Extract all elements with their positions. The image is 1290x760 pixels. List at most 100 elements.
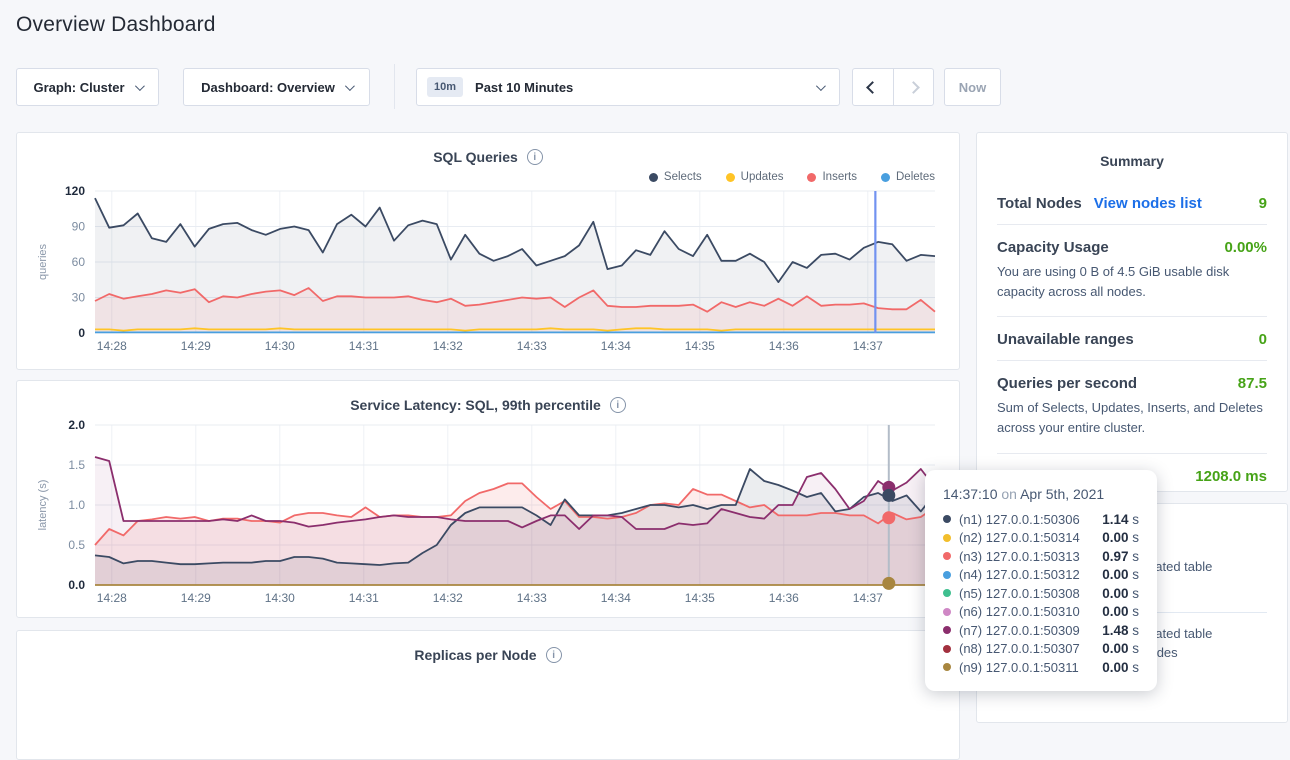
series-dot bbox=[943, 663, 951, 671]
series-dot bbox=[943, 608, 951, 616]
series-dot bbox=[943, 534, 951, 542]
tooltip-row: (n7) 127.0.0.1:50309 1.48 s bbox=[943, 621, 1139, 640]
chevron-down-icon bbox=[134, 81, 144, 91]
summary-value: 0.00% bbox=[1224, 239, 1267, 256]
svg-text:14:33: 14:33 bbox=[517, 339, 547, 353]
replicas-per-node-panel: Replicas per Node i bbox=[16, 630, 960, 760]
legend-dot bbox=[649, 173, 658, 182]
sql-queries-panel: SQL Queries i Selects Updates Inserts De… bbox=[16, 132, 960, 370]
svg-text:0: 0 bbox=[78, 326, 85, 340]
chart-title: Service Latency: SQL, 99th percentile bbox=[350, 397, 601, 413]
tooltip-row: (n3) 127.0.0.1:50313 0.97 s bbox=[943, 547, 1139, 566]
legend-item-inserts[interactable]: Inserts bbox=[807, 169, 857, 185]
svg-text:14:29: 14:29 bbox=[181, 591, 211, 605]
svg-text:14:31: 14:31 bbox=[349, 339, 379, 353]
svg-text:14:29: 14:29 bbox=[181, 339, 211, 353]
svg-text:14:35: 14:35 bbox=[685, 339, 715, 353]
toolbar-divider bbox=[394, 64, 395, 109]
chart-title-row: Service Latency: SQL, 99th percentile i bbox=[17, 381, 959, 415]
chevron-down-icon bbox=[816, 81, 826, 91]
dashboard-dropdown[interactable]: Dashboard: Overview bbox=[183, 68, 370, 106]
service-latency-panel: Service Latency: SQL, 99th percentile i … bbox=[16, 380, 960, 618]
chart-title-row: Replicas per Node i bbox=[17, 631, 959, 665]
svg-text:latency (s): latency (s) bbox=[37, 480, 49, 531]
summary-value: 0 bbox=[1259, 331, 1267, 348]
info-icon[interactable]: i bbox=[527, 149, 543, 165]
info-icon[interactable]: i bbox=[610, 397, 626, 413]
svg-text:14:34: 14:34 bbox=[601, 339, 631, 353]
legend-item-updates[interactable]: Updates bbox=[726, 169, 784, 185]
tooltip-row: (n8) 127.0.0.1:50307 0.00 s bbox=[943, 640, 1139, 659]
svg-text:14:33: 14:33 bbox=[517, 591, 547, 605]
svg-text:14:31: 14:31 bbox=[349, 591, 379, 605]
svg-text:0.5: 0.5 bbox=[68, 538, 85, 552]
time-prev-button[interactable] bbox=[853, 69, 894, 105]
time-range-dropdown[interactable]: 10m Past 10 Minutes bbox=[416, 68, 840, 106]
svg-text:14:30: 14:30 bbox=[265, 339, 295, 353]
tooltip-row: (n6) 127.0.0.1:50310 0.00 s bbox=[943, 603, 1139, 622]
tooltip-row: (n4) 127.0.0.1:50312 0.00 s bbox=[943, 566, 1139, 585]
summary-row-unavailable-ranges: Unavailable ranges 0 bbox=[997, 317, 1267, 352]
summary-row-capacity: Capacity Usage 0.00% bbox=[997, 225, 1267, 260]
graph-scope-dropdown[interactable]: Graph: Cluster bbox=[16, 68, 159, 106]
chart-title: Replicas per Node bbox=[414, 647, 536, 663]
svg-text:14:28: 14:28 bbox=[97, 339, 127, 353]
svg-text:14:34: 14:34 bbox=[601, 591, 631, 605]
tooltip-timestamp: 14:37:10 on Apr 5th, 2021 bbox=[943, 486, 1139, 502]
series-dot bbox=[943, 589, 951, 597]
dashboard-label: Dashboard: Overview bbox=[201, 80, 335, 95]
summary-description: You are using 0 B of 4.5 GiB usable disk… bbox=[997, 260, 1267, 308]
now-button[interactable]: Now bbox=[944, 68, 1001, 106]
svg-text:14:36: 14:36 bbox=[769, 591, 799, 605]
time-range-label: Past 10 Minutes bbox=[475, 80, 573, 95]
legend-item-selects[interactable]: Selects bbox=[649, 169, 702, 185]
time-next-button[interactable] bbox=[894, 69, 934, 105]
chart-hover-tooltip: 14:37:10 on Apr 5th, 2021 (n1) 127.0.0.1… bbox=[925, 470, 1157, 691]
svg-text:120: 120 bbox=[65, 185, 85, 198]
summary-row-total-nodes: Total Nodes View nodes list 9 bbox=[997, 181, 1267, 216]
graph-scope-label: Graph: Cluster bbox=[33, 80, 124, 95]
summary-value: 9 bbox=[1259, 195, 1267, 212]
svg-text:2.0: 2.0 bbox=[68, 419, 85, 432]
time-window-nav bbox=[852, 68, 934, 106]
summary-value: 1208.0 ms bbox=[1195, 468, 1267, 485]
svg-text:14:32: 14:32 bbox=[433, 591, 463, 605]
tooltip-row: (n5) 127.0.0.1:50308 0.00 s bbox=[943, 584, 1139, 603]
svg-text:14:36: 14:36 bbox=[769, 339, 799, 353]
series-dot bbox=[943, 515, 951, 523]
summary-panel: Summary Total Nodes View nodes list 9 Ca… bbox=[976, 132, 1288, 492]
tooltip-row: (n2) 127.0.0.1:50314 0.00 s bbox=[943, 529, 1139, 548]
view-nodes-list-link[interactable]: View nodes list bbox=[1094, 195, 1202, 212]
svg-text:1.5: 1.5 bbox=[68, 458, 85, 472]
summary-row-qps: Queries per second 87.5 bbox=[997, 361, 1267, 396]
series-dot bbox=[943, 552, 951, 560]
svg-text:30: 30 bbox=[72, 291, 86, 305]
legend-item-deletes[interactable]: Deletes bbox=[881, 169, 935, 185]
svg-text:90: 90 bbox=[72, 220, 86, 234]
legend-dot bbox=[881, 173, 890, 182]
svg-text:60: 60 bbox=[72, 255, 86, 269]
chart-legend: Selects Updates Inserts Deletes bbox=[17, 169, 959, 185]
sql-queries-chart[interactable]: 14:28 14:29 14:30 14:31 14:32 14:33 14:34 14:35… bbox=[33, 185, 943, 357]
tooltip-row: (n9) 127.0.0.1:50311 0.00 s bbox=[943, 658, 1139, 677]
legend-dot bbox=[807, 173, 816, 182]
svg-text:14:28: 14:28 bbox=[97, 591, 127, 605]
page-title: Overview Dashboard bbox=[16, 13, 216, 37]
chart-title: SQL Queries bbox=[433, 149, 518, 165]
chevron-right-icon bbox=[907, 81, 920, 94]
legend-dot bbox=[726, 173, 735, 182]
summary-value: 87.5 bbox=[1238, 375, 1267, 392]
series-dot bbox=[943, 571, 951, 579]
svg-text:14:37: 14:37 bbox=[853, 339, 883, 353]
svg-text:0.0: 0.0 bbox=[68, 578, 85, 592]
svg-text:14:32: 14:32 bbox=[433, 339, 463, 353]
svg-text:14:35: 14:35 bbox=[685, 591, 715, 605]
summary-description: Sum of Selects, Updates, Inserts, and De… bbox=[997, 396, 1267, 444]
time-range-badge: 10m bbox=[427, 77, 463, 97]
chevron-left-icon bbox=[866, 81, 879, 94]
service-latency-chart[interactable]: 14:28 14:29 14:30 14:31 14:32 14:33 14:34 14:35… bbox=[33, 419, 943, 609]
info-icon[interactable]: i bbox=[546, 647, 562, 663]
series-dot bbox=[943, 645, 951, 653]
chevron-down-icon bbox=[345, 81, 355, 91]
svg-text:14:30: 14:30 bbox=[265, 591, 295, 605]
